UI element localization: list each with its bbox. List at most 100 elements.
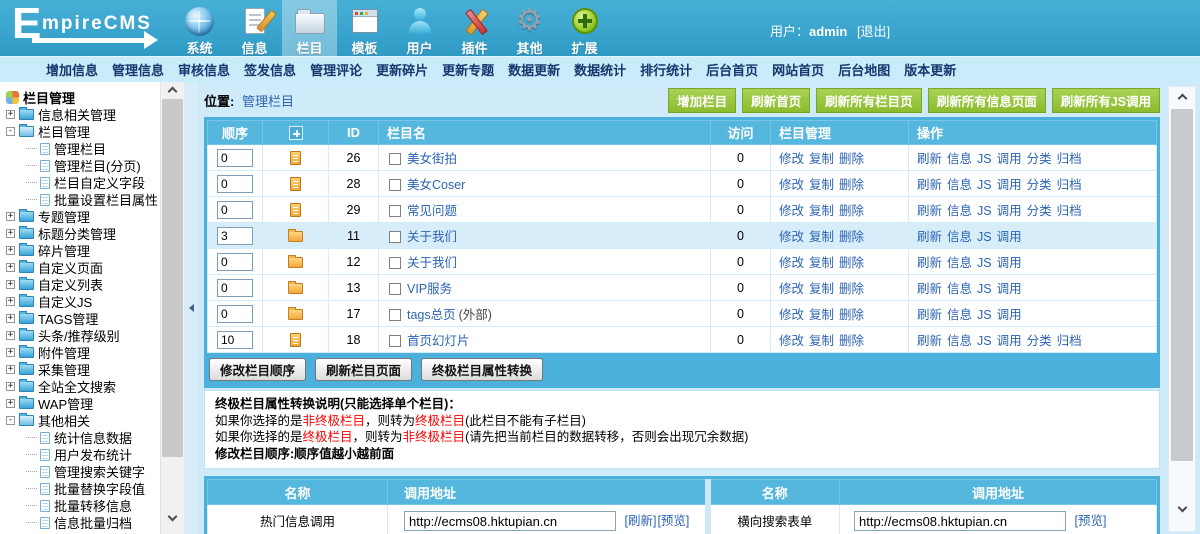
row-checkbox[interactable] <box>389 231 401 243</box>
nav-site-home[interactable]: 网站首页 <box>772 60 824 79</box>
sidebar-item-custom-list[interactable]: 自定义列表 <box>6 276 160 293</box>
preview-link[interactable]: [预览] <box>1074 514 1106 528</box>
nav-admin-home[interactable]: 后台首页 <box>706 60 758 79</box>
copy-link[interactable]: 复制 <box>809 282 834 296</box>
tab-category[interactable]: 栏目 <box>282 0 337 56</box>
row-checkbox[interactable] <box>389 257 401 269</box>
scroll-up-arrow[interactable] <box>161 82 184 98</box>
sidebar-item-tags-mgmt[interactable]: TAGS管理 <box>6 310 160 327</box>
archive-link[interactable]: 归档 <box>1057 178 1082 192</box>
classify-link[interactable]: 分类 <box>1027 334 1052 348</box>
sidebar-item-title-class-mgmt[interactable]: 标题分类管理 <box>6 225 160 242</box>
sidebar-item-other-related[interactable]: 其他相关 <box>6 412 160 429</box>
js-link[interactable]: JS <box>977 152 992 166</box>
modify-link[interactable]: 修改 <box>779 282 804 296</box>
refresh-link[interactable]: 刷新 <box>917 178 942 192</box>
refresh-all-columns-button[interactable]: 刷新所有栏目页 <box>816 88 922 113</box>
sidebar-item-stats-data[interactable]: 统计信息数据 <box>6 429 160 446</box>
sidebar-item-wap-mgmt[interactable]: WAP管理 <box>6 395 160 412</box>
delete-link[interactable]: 删除 <box>839 256 864 270</box>
info-link[interactable]: 信息 <box>947 204 972 218</box>
delete-link[interactable]: 删除 <box>839 308 864 322</box>
tab-info[interactable]: 信息 <box>227 0 282 56</box>
tab-system[interactable]: 系统 <box>172 0 227 56</box>
nav-rank-stats[interactable]: 排行统计 <box>640 60 692 79</box>
copy-link[interactable]: 复制 <box>809 230 834 244</box>
tab-user[interactable]: 用户 <box>392 0 447 56</box>
expand-plus-icon[interactable] <box>6 314 15 323</box>
modify-link[interactable]: 修改 <box>779 334 804 348</box>
refresh-link[interactable]: 刷新 <box>917 230 942 244</box>
add-column-button[interactable]: 增加栏目 <box>668 88 736 113</box>
info-link[interactable]: 信息 <box>947 178 972 192</box>
delete-link[interactable]: 删除 <box>839 230 864 244</box>
column-name-link[interactable]: 美女Coser <box>407 178 465 192</box>
expand-all-icon[interactable] <box>289 126 303 140</box>
order-input[interactable] <box>217 175 253 193</box>
sidebar-scrollbar[interactable] <box>160 82 184 534</box>
row-checkbox[interactable] <box>389 153 401 165</box>
nav-admin-map[interactable]: 后台地图 <box>838 60 890 79</box>
scroll-down-arrow[interactable] <box>161 510 184 526</box>
call-link[interactable]: 调用 <box>997 230 1022 244</box>
js-link[interactable]: JS <box>977 204 992 218</box>
sidebar-item-column-mgmt[interactable]: 栏目管理 <box>6 123 160 140</box>
nav-manage-info[interactable]: 管理信息 <box>112 60 164 79</box>
modify-link[interactable]: 修改 <box>779 152 804 166</box>
sidebar-item-manage-columns[interactable]: 管理栏目 <box>6 140 160 157</box>
column-name-link[interactable]: tags总页 <box>407 308 456 322</box>
modify-link[interactable]: 修改 <box>779 230 804 244</box>
sidebar-item-batch-replace-fields[interactable]: 批量替换字段值 <box>6 480 160 497</box>
call-link[interactable]: 调用 <box>997 256 1022 270</box>
classify-link[interactable]: 分类 <box>1027 178 1052 192</box>
order-input[interactable] <box>217 279 253 297</box>
js-link[interactable]: JS <box>977 308 992 322</box>
call-link[interactable]: 调用 <box>997 204 1022 218</box>
scroll-down-arrow[interactable] <box>1169 501 1195 517</box>
tab-other[interactable]: ⚙ 其他 <box>502 0 557 56</box>
nav-manage-comments[interactable]: 管理评论 <box>310 60 362 79</box>
expand-plus-icon[interactable] <box>6 365 15 374</box>
column-name-link[interactable]: 关于我们 <box>407 256 457 270</box>
delete-link[interactable]: 删除 <box>839 282 864 296</box>
call-url-input[interactable] <box>404 511 616 531</box>
delete-link[interactable]: 删除 <box>839 204 864 218</box>
tab-plugin[interactable]: 插件 <box>447 0 502 56</box>
expand-plus-icon[interactable] <box>6 348 15 357</box>
refresh-link[interactable]: 刷新 <box>917 152 942 166</box>
refresh-link[interactable]: [刷新] <box>624 514 656 528</box>
classify-link[interactable]: 分类 <box>1027 152 1052 166</box>
refresh-all-info-pages-button[interactable]: 刷新所有信息页面 <box>928 88 1046 113</box>
expand-plus-icon[interactable] <box>6 263 15 272</box>
call-link[interactable]: 调用 <box>997 334 1022 348</box>
column-name-link[interactable]: 常见问题 <box>407 204 457 218</box>
modify-link[interactable]: 修改 <box>779 178 804 192</box>
scrollbar-thumb[interactable] <box>162 99 183 457</box>
expand-plus-icon[interactable] <box>6 110 15 119</box>
sidebar-item-batch-move-info[interactable]: 批量转移信息 <box>6 497 160 514</box>
expand-plus-icon[interactable] <box>6 280 15 289</box>
order-input[interactable] <box>217 227 253 245</box>
modify-link[interactable]: 修改 <box>779 204 804 218</box>
nav-data-stats[interactable]: 数据统计 <box>574 60 626 79</box>
nav-version-update[interactable]: 版本更新 <box>904 60 956 79</box>
copy-link[interactable]: 复制 <box>809 256 834 270</box>
classify-link[interactable]: 分类 <box>1027 204 1052 218</box>
info-link[interactable]: 信息 <box>947 256 972 270</box>
delete-link[interactable]: 删除 <box>839 152 864 166</box>
expand-plus-icon[interactable] <box>6 212 15 221</box>
sidebar-item-search-keywords[interactable]: 管理搜索关键字 <box>6 463 160 480</box>
expand-plus-icon[interactable] <box>6 246 15 255</box>
js-link[interactable]: JS <box>977 282 992 296</box>
column-name-link[interactable]: VIP服务 <box>407 282 452 296</box>
call-link[interactable]: 调用 <box>997 178 1022 192</box>
order-input[interactable] <box>217 201 253 219</box>
call-link[interactable]: 调用 <box>997 308 1022 322</box>
call-link[interactable]: 调用 <box>997 152 1022 166</box>
nav-update-fragments[interactable]: 更新碎片 <box>376 60 428 79</box>
collapse-minus-icon[interactable] <box>6 416 15 425</box>
sidebar-item-fragment-mgmt[interactable]: 碎片管理 <box>6 242 160 259</box>
expand-plus-icon[interactable] <box>6 229 15 238</box>
tab-extend[interactable]: 扩展 <box>557 0 612 56</box>
row-checkbox[interactable] <box>389 205 401 217</box>
